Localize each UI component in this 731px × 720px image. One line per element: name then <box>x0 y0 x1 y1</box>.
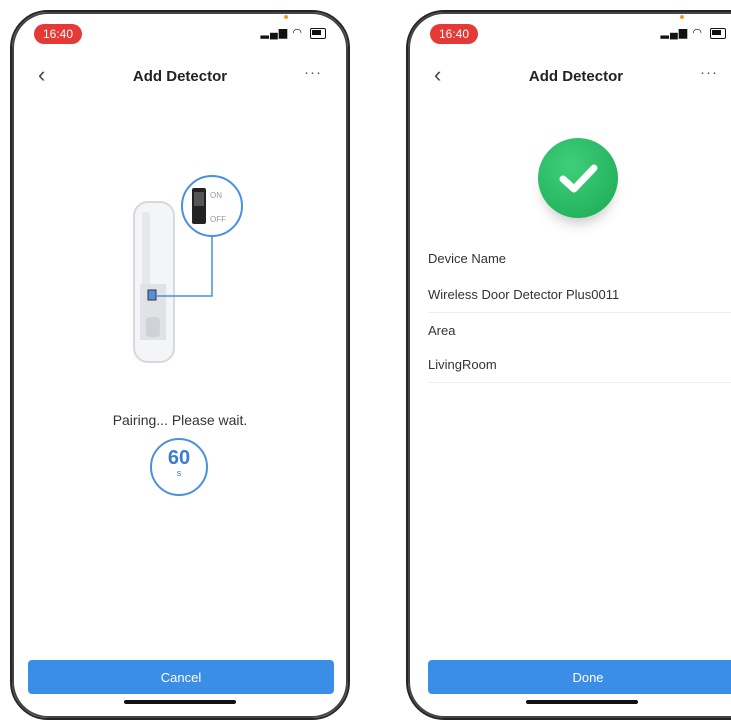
signal-icon: ▂▄▆ <box>260 27 289 39</box>
status-icons: ▂▄▆ ◠ <box>661 26 726 39</box>
countdown-value: 60 <box>167 447 191 469</box>
switch-off-label: OFF <box>210 215 226 224</box>
switch-on-label: ON <box>210 191 222 200</box>
checkmark-icon <box>559 164 598 193</box>
device-name-label: Device Name <box>428 251 507 266</box>
pairing-status-text: Pairing... Please wait. <box>112 412 248 428</box>
status-icons: ▂▄▆ ◠ <box>261 26 326 39</box>
phone-pairing-screen: 16:40 ▂▄▆ ◠ ‹ Add Detector ··· ON OFF Pa… <box>10 10 350 720</box>
page-title: Add Detector <box>528 68 624 85</box>
done-button[interactable]: Done <box>428 660 731 694</box>
wifi-icon: ◠ <box>692 27 703 39</box>
status-time: 16:40 <box>34 24 83 44</box>
countdown-unit: s <box>176 468 182 478</box>
phone-success-screen: 16:40 ▂▄▆ ◠ ‹ Add Detector ··· Device Na… <box>406 10 731 720</box>
signal-icon: ▂▄▆ <box>660 27 689 39</box>
page-title: Add Detector <box>132 68 228 85</box>
battery-icon <box>310 27 326 39</box>
wifi-icon: ◠ <box>292 27 303 39</box>
home-indicator <box>124 700 236 704</box>
privacy-indicator <box>680 15 684 19</box>
success-check-badge <box>538 138 618 218</box>
device-name-field[interactable]: Wireless Door Detector Plus0011 <box>428 278 731 313</box>
countdown-timer: 60 s <box>150 438 208 496</box>
cancel-button[interactable]: Cancel <box>28 660 334 694</box>
area-label: Area <box>428 323 456 338</box>
home-indicator <box>526 700 638 704</box>
status-time: 16:40 <box>430 24 479 44</box>
more-button[interactable]: ··· <box>304 64 322 81</box>
battery-icon <box>710 27 726 39</box>
more-button[interactable]: ··· <box>700 64 718 81</box>
area-field[interactable]: LivingRoom <box>428 348 731 383</box>
door-detector-illustration: ON OFF <box>112 172 272 372</box>
privacy-indicator <box>284 15 288 19</box>
